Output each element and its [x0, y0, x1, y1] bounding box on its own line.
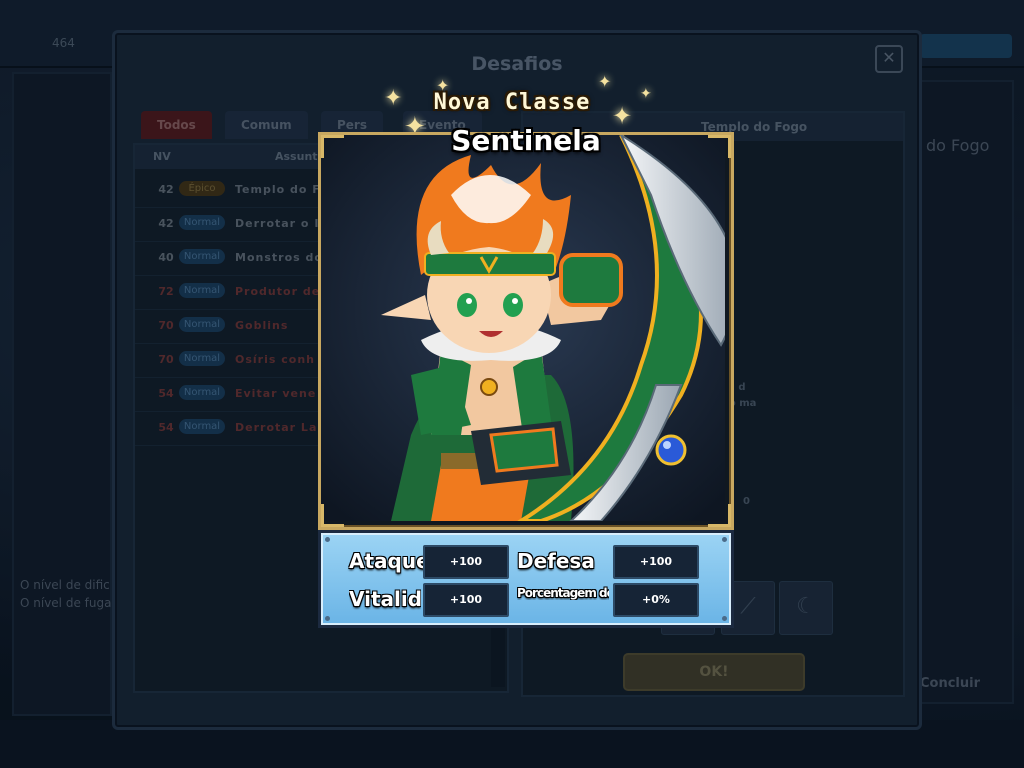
stat-value-attack: +100 [423, 545, 509, 579]
sentinel-character-art [321, 132, 739, 523]
stat-label-defense: Defesa [517, 549, 595, 573]
frame-corner [708, 504, 731, 527]
panel-rivet [722, 537, 727, 542]
stats-panel: Ataque +100 Defesa +100 Vitalidade +100 … [318, 530, 734, 628]
frame-corner [321, 504, 344, 527]
stat-label-vitality: Vitalidade [349, 587, 421, 611]
panel-rivet [325, 537, 330, 542]
popup-subtitle: Nova Classe [433, 90, 591, 115]
sparkle-icon: ✦ [598, 72, 612, 91]
class-name-title: Sentinela [451, 124, 601, 157]
stat-value-defense: +100 [613, 545, 699, 579]
panel-rivet [722, 616, 727, 621]
class-portrait [318, 132, 739, 530]
stat-value-vitality: +100 [423, 583, 509, 617]
panel-rivet [325, 616, 330, 621]
stat-label-crit: Porcentagem de Crítico [517, 586, 609, 600]
stat-label-attack: Ataque [349, 549, 430, 573]
stat-value-crit: +0% [613, 583, 699, 617]
